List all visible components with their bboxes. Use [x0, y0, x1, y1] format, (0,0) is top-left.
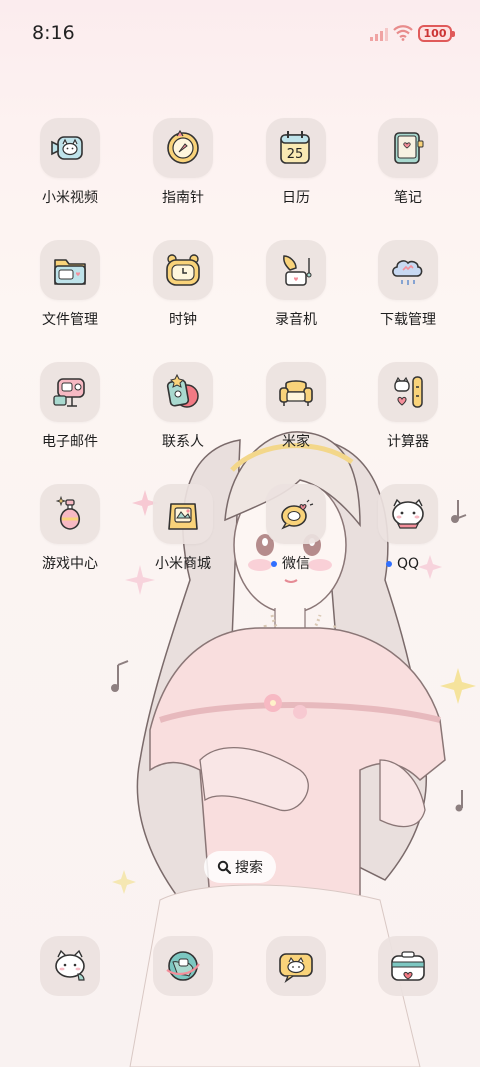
clock-icon — [166, 254, 200, 286]
app-contacts[interactable]: 联系人 — [133, 362, 233, 451]
app-icon-container[interactable] — [378, 118, 438, 178]
app-icon-container[interactable] — [153, 240, 213, 300]
contacts-icon — [166, 373, 199, 408]
wechat-bubble-icon — [281, 499, 314, 530]
gramophone-icon — [283, 255, 312, 286]
app-clock[interactable]: 时钟 — [133, 240, 233, 329]
app-label: 笔记 — [394, 190, 422, 206]
notebook-icon — [394, 132, 424, 164]
dock-messages[interactable] — [266, 936, 326, 996]
app-icon-container[interactable] — [153, 118, 213, 178]
app-recorder[interactable]: 录音机 — [246, 240, 346, 329]
app-icon-container[interactable] — [40, 484, 100, 544]
app-icon-container[interactable] — [40, 240, 100, 300]
camera-icon — [391, 951, 425, 981]
app-compass[interactable]: 指南针 — [133, 118, 233, 207]
status-bar: 8:16 100 — [0, 0, 480, 70]
app-label: 微信 — [271, 555, 310, 573]
sofa-icon — [279, 380, 313, 406]
app-mijia[interactable]: 米家 — [246, 362, 346, 451]
status-time: 8:16 — [32, 22, 75, 44]
video-camera-cat-icon — [51, 136, 83, 160]
app-label: 日历 — [282, 190, 310, 206]
app-label: 游戏中心 — [42, 556, 98, 572]
app-icon-container[interactable] — [153, 362, 213, 422]
app-label: 录音机 — [275, 312, 317, 328]
app-downloads[interactable]: 下载管理 — [358, 240, 458, 329]
qq-cat-icon — [392, 498, 424, 529]
app-label: 文件管理 — [42, 312, 98, 328]
new-install-dot — [271, 561, 277, 567]
app-label-text: 微信 — [282, 556, 310, 572]
calculator-icon — [394, 376, 423, 408]
search-button[interactable]: 搜索 — [204, 851, 276, 883]
new-install-dot — [385, 561, 392, 567]
message-cat-icon — [279, 953, 313, 983]
app-icon-container[interactable] — [40, 362, 100, 422]
app-label: 下载管理 — [380, 312, 436, 328]
app-label: 计算器 — [387, 434, 429, 450]
phone-cat-icon — [55, 949, 85, 981]
app-email[interactable]: 电子邮件 — [20, 362, 120, 451]
compass-icon — [167, 129, 199, 164]
app-game-center[interactable]: 游戏中心 — [20, 484, 120, 573]
app-qq[interactable]: QQ — [358, 484, 458, 573]
mail-robot-icon — [53, 378, 85, 407]
search-label: 搜索 — [235, 860, 263, 876]
potion-bottle-icon — [55, 495, 81, 530]
app-label: 联系人 — [162, 434, 204, 450]
app-calendar[interactable]: 25 日历 — [246, 118, 346, 207]
app-notes[interactable]: 笔记 — [358, 118, 458, 207]
shopping-bag-icon — [168, 503, 198, 530]
app-label: 电子邮件 — [42, 434, 98, 450]
cellular-signal-icon — [370, 28, 388, 41]
app-icon-container[interactable] — [266, 484, 326, 544]
app-icon-container[interactable] — [378, 362, 438, 422]
app-label: 指南针 — [162, 190, 204, 206]
app-label-text: QQ — [396, 556, 420, 572]
dock-phone[interactable] — [40, 936, 100, 996]
app-label: 米家 — [282, 434, 310, 450]
app-icon-container[interactable]: 25 — [266, 118, 326, 178]
app-icon-container[interactable] — [266, 240, 326, 300]
calendar-icon: 25 — [280, 131, 310, 164]
app-calculator[interactable]: 计算器 — [358, 362, 458, 451]
app-label: 小米视频 — [42, 190, 98, 206]
app-label: 时钟 — [169, 312, 197, 328]
dock-camera[interactable] — [378, 936, 438, 996]
app-icon-container[interactable] — [153, 484, 213, 544]
cloud-download-icon — [392, 260, 423, 285]
calendar-day: 25 — [287, 147, 304, 162]
app-file-manager[interactable]: 文件管理 — [20, 240, 120, 329]
app-mi-store[interactable]: 小米商城 — [133, 484, 233, 573]
folder-icon — [54, 259, 86, 285]
app-icon-container[interactable] — [378, 484, 438, 544]
dock-browser[interactable] — [153, 936, 213, 996]
app-wechat[interactable]: 微信 — [246, 484, 346, 573]
search-icon — [217, 860, 231, 874]
app-icon-container[interactable] — [40, 118, 100, 178]
battery-indicator: 100 — [418, 25, 455, 42]
app-label: 小米商城 — [155, 556, 211, 572]
browser-globe-icon — [166, 951, 200, 981]
wifi-icon — [393, 25, 413, 41]
app-icon-container[interactable] — [378, 240, 438, 300]
app-xiaomi-video[interactable]: 小米视频 — [20, 118, 120, 207]
app-icon-container[interactable] — [266, 362, 326, 422]
app-label: QQ — [385, 555, 420, 573]
